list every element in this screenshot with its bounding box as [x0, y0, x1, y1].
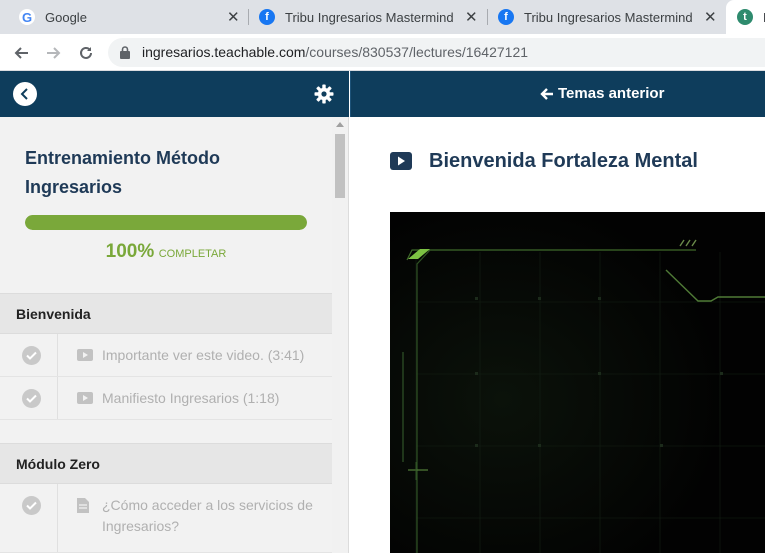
video-icon: [77, 349, 93, 361]
section-title: Bienvenida: [16, 306, 91, 322]
reload-button[interactable]: [74, 41, 98, 65]
teachable-icon: t: [737, 9, 753, 25]
back-button[interactable]: [9, 41, 33, 65]
completed-check-icon: [22, 346, 41, 365]
browser-tab-facebook-2[interactable]: f Tribu Ingresarios Mastermind | Fa ✕: [488, 0, 726, 34]
lesson-divider: [57, 484, 58, 552]
forward-button[interactable]: [42, 41, 66, 65]
previous-lecture-label: Temas anterior: [558, 85, 665, 102]
arrow-right-icon: [47, 47, 61, 59]
facebook-icon: f: [259, 9, 275, 25]
lock-icon: [120, 46, 130, 59]
lesson-title: Manifiesto Ingresarios (1:18): [102, 390, 280, 406]
url-path: /courses/830537/lectures/16427121: [305, 44, 529, 60]
scrollbar-thumb[interactable]: [335, 134, 345, 198]
lecture-title: Bienvenida Fortaleza Mental: [429, 150, 698, 172]
close-tab-icon[interactable]: ✕: [465, 8, 478, 26]
video-icon: [390, 152, 412, 170]
arrow-left-icon: [540, 87, 553, 100]
google-icon: G: [19, 9, 35, 25]
scroll-up-arrow-icon[interactable]: [336, 122, 344, 127]
address-bar[interactable]: ingresarios.teachable.com/courses/830537…: [108, 38, 765, 67]
course-sidebar: Entrenamiento Método Ingresarios 100% CO…: [0, 117, 349, 553]
previous-lecture-link[interactable]: Temas anterior: [540, 85, 664, 102]
completed-check-icon: [22, 389, 41, 408]
gear-icon[interactable]: [314, 84, 334, 104]
course-progress-bar: [25, 215, 307, 230]
lesson-divider: [57, 334, 58, 376]
browser-toolbar: ingresarios.teachable.com/courses/830537…: [0, 34, 765, 71]
document-icon: [77, 498, 89, 513]
lesson-item[interactable]: Manifiesto Ingresarios (1:18): [0, 377, 332, 420]
sidebar-scrollbar[interactable]: [332, 117, 348, 553]
browser-tab-facebook-1[interactable]: f Tribu Ingresarios Mastermind | Fa ✕: [249, 0, 487, 34]
reload-icon: [80, 46, 92, 59]
url-host: ingresarios.teachable.com: [142, 44, 306, 60]
lesson-item[interactable]: Importante ver este video. (3:41): [0, 334, 332, 377]
close-tab-icon[interactable]: ✕: [227, 8, 240, 26]
video-frame-graphic: [390, 212, 765, 553]
section-header-modulo-zero: Módulo Zero: [0, 443, 332, 484]
lecture-header: Temas anterior: [350, 71, 765, 117]
lesson-item[interactable]: ¿Cómo acceder a los servicios de Ingresa…: [0, 484, 332, 553]
facebook-icon: f: [498, 9, 514, 25]
browser-tab-strip: G Google ✕ f Tribu Ingresarios Mastermin…: [0, 0, 765, 34]
video-icon: [77, 392, 93, 404]
lesson-title: ¿Cómo acceder a los servicios de Ingresa…: [102, 497, 313, 534]
section-header-bienvenida: Bienvenida: [0, 293, 332, 334]
progress-label: COMPLETAR: [158, 248, 227, 260]
sidebar-header: [0, 71, 349, 117]
course-progress-text: 100% COMPLETAR: [25, 241, 307, 263]
browser-tab-active[interactable]: t E: [726, 0, 765, 34]
course-title: Entrenamiento Método Ingresarios: [25, 148, 221, 197]
url-text: ingresarios.teachable.com/courses/830537…: [142, 44, 528, 60]
chevron-left-icon: [20, 88, 28, 100]
close-tab-icon[interactable]: ✕: [704, 8, 717, 26]
course-progress-fill: [25, 215, 307, 230]
browser-tab-google[interactable]: G Google ✕: [0, 0, 248, 34]
tab-title: Tribu Ingresarios Mastermind | Fa: [285, 9, 455, 25]
arrow-left-icon: [14, 47, 28, 59]
tab-title: Google: [45, 9, 87, 25]
lesson-title: Importante ver este video. (3:41): [102, 347, 305, 363]
completed-check-icon: [22, 496, 41, 515]
video-player[interactable]: [390, 212, 765, 553]
section-title: Módulo Zero: [16, 456, 100, 472]
collapse-sidebar-button[interactable]: [13, 82, 37, 106]
lesson-divider: [57, 377, 58, 419]
tab-title: Tribu Ingresarios Mastermind | Fa: [524, 9, 694, 25]
progress-percent: 100%: [105, 241, 155, 262]
